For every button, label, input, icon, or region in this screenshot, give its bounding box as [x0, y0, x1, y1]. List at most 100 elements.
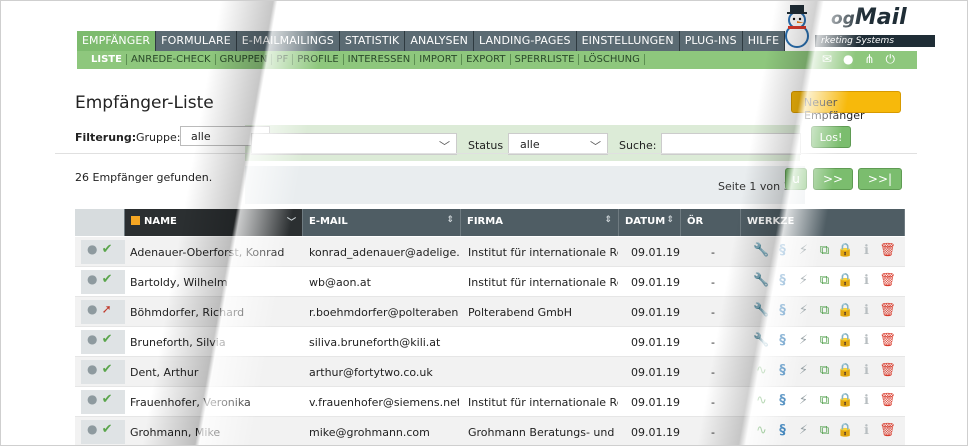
- nav-plug-ins[interactable]: PLUG-INS: [680, 31, 743, 51]
- subnav-liste[interactable]: LISTE: [87, 54, 127, 65]
- activity-icon[interactable]: ∿: [753, 363, 770, 378]
- header-name[interactable]: NAME ﹀: [125, 209, 303, 236]
- subnav-interessen[interactable]: INTERESSEN: [344, 54, 416, 65]
- copy-icon[interactable]: ⧉: [816, 363, 833, 378]
- lock-icon[interactable]: 🔒: [837, 303, 854, 318]
- nav-landing-pages[interactable]: LANDING-PAGES: [474, 31, 577, 51]
- nav-einstellungen[interactable]: EINSTELLUNGEN: [577, 31, 680, 51]
- lock-icon[interactable]: 🔒: [837, 243, 854, 258]
- copy-icon[interactable]: ⧉: [816, 423, 833, 438]
- lock-icon[interactable]: 🔒: [837, 393, 854, 408]
- info-icon[interactable]: ℹ: [858, 273, 875, 288]
- status-icon: ● ✔: [81, 240, 125, 264]
- pager-next-button[interactable]: >>: [813, 168, 853, 190]
- table-row[interactable]: ● ✔ Adenauer-Oberforst, Konrad konrad_ad…: [75, 237, 905, 267]
- row-name[interactable]: Grohmann, Mike: [130, 417, 302, 445]
- info-icon[interactable]: ℹ: [858, 363, 875, 378]
- subnav-import[interactable]: IMPORT: [415, 54, 463, 65]
- trash-icon[interactable]: 🗑: [879, 333, 896, 348]
- info-icon[interactable]: ℹ: [858, 393, 875, 408]
- activity-icon[interactable]: ∿: [753, 423, 770, 438]
- info-icon[interactable]: ℹ: [858, 333, 875, 348]
- search-go-button[interactable]: Los!: [811, 126, 851, 148]
- copy-icon[interactable]: ⧉: [816, 393, 833, 408]
- table-row[interactable]: ● ✔ Bruneforth, Silvia siliva.bruneforth…: [75, 327, 905, 357]
- table-row[interactable]: ● ✔ Bartoldy, Wilhelm wb@aon.at Institut…: [75, 267, 905, 297]
- mail-icon[interactable]: ✉: [822, 52, 832, 66]
- table-row[interactable]: ● ➚ Böhmdorfer, Richard r.boehmdorfer@po…: [75, 297, 905, 327]
- paragraph-icon[interactable]: §: [774, 243, 791, 258]
- nav-formulare[interactable]: FORMULARE: [156, 31, 237, 51]
- run-icon[interactable]: ⚡: [795, 423, 812, 438]
- copy-icon[interactable]: ⧉: [816, 243, 833, 258]
- nav-statistik[interactable]: STATISTIK: [340, 31, 406, 51]
- user-icon[interactable]: ●: [843, 52, 853, 66]
- sitemap-icon[interactable]: ⋔: [864, 52, 874, 66]
- status-icon: ● ✔: [81, 420, 125, 444]
- header-date[interactable]: DATUM ⇕: [619, 209, 681, 236]
- trash-icon[interactable]: 🗑: [879, 303, 896, 318]
- pager-prev-button[interactable]: u: [785, 168, 807, 190]
- activity-icon[interactable]: ∿: [753, 393, 770, 408]
- info-icon[interactable]: ℹ: [858, 243, 875, 258]
- lock-icon[interactable]: 🔒: [837, 273, 854, 288]
- subnav-pf[interactable]: PF: [272, 54, 294, 65]
- trash-icon[interactable]: 🗑: [879, 363, 896, 378]
- trash-icon[interactable]: 🗑: [879, 393, 896, 408]
- wrench-icon[interactable]: 🔧: [753, 243, 770, 258]
- row-name[interactable]: Bartoldy, Wilhelm: [130, 267, 302, 297]
- run-icon[interactable]: ⚡: [795, 333, 812, 348]
- copy-icon[interactable]: ⧉: [816, 333, 833, 348]
- lock-icon[interactable]: 🔒: [837, 363, 854, 378]
- row-name[interactable]: Adenauer-Oberforst, Konrad: [130, 237, 302, 267]
- header-email[interactable]: E-MAIL ⇕: [303, 209, 461, 236]
- table-row[interactable]: ● ✔ Dent, Arthur arthur@fortytwo.co.uk 0…: [75, 357, 905, 387]
- row-name[interactable]: Böhmdorfer, Richard: [130, 297, 302, 327]
- wrench-icon[interactable]: 🔧: [753, 333, 770, 348]
- row-name[interactable]: Frauenhofer, Veronika: [130, 387, 302, 417]
- wrench-icon[interactable]: 🔧: [753, 273, 770, 288]
- table-row[interactable]: ● ✔ Grohmann, Mike mike@grohmann.com Gro…: [75, 417, 905, 445]
- run-icon[interactable]: ⚡: [795, 243, 812, 258]
- info-icon[interactable]: ℹ: [858, 423, 875, 438]
- table-row[interactable]: ● ✔ Frauenhofer, Veronika v.frauenhofer@…: [75, 387, 905, 417]
- row-name[interactable]: Dent, Arthur: [130, 357, 302, 387]
- row-date: 09.01.19: [631, 306, 680, 319]
- nav-empfaenger[interactable]: EMPFÄNGER: [77, 31, 157, 51]
- row-name[interactable]: Bruneforth, Silvia: [130, 327, 302, 357]
- paragraph-icon[interactable]: §: [774, 273, 791, 288]
- copy-icon[interactable]: ⧉: [816, 273, 833, 288]
- run-icon[interactable]: ⚡: [795, 363, 812, 378]
- run-icon[interactable]: ⚡: [795, 273, 812, 288]
- copy-icon[interactable]: ⧉: [816, 303, 833, 318]
- subnav-gruppen[interactable]: GRUPPEN: [216, 54, 273, 65]
- header-firm[interactable]: FIRMA ⇕: [461, 209, 619, 236]
- subnav-profile[interactable]: PROFILE: [293, 54, 344, 65]
- lock-icon[interactable]: 🔒: [837, 333, 854, 348]
- group-dropdown[interactable]: ﹀: [251, 133, 457, 155]
- subnav-loeschung[interactable]: LÖSCHUNG: [579, 54, 645, 65]
- new-recipient-button[interactable]: Neuer Empfänger: [791, 91, 901, 122]
- run-icon[interactable]: ⚡: [795, 393, 812, 408]
- power-icon[interactable]: ⏻: [886, 52, 896, 66]
- trash-icon[interactable]: 🗑: [879, 273, 896, 288]
- pager-last-button[interactable]: >>|: [858, 168, 902, 190]
- status-select[interactable]: alle ﹀: [508, 133, 608, 155]
- paragraph-icon[interactable]: §: [774, 333, 791, 348]
- trash-icon[interactable]: 🗑: [879, 243, 896, 258]
- nav-analysen[interactable]: ANALYSEN: [405, 31, 475, 51]
- paragraph-icon[interactable]: §: [774, 423, 791, 438]
- run-icon[interactable]: ⚡: [795, 303, 812, 318]
- lock-icon[interactable]: 🔒: [837, 423, 854, 438]
- nav-emailmailings[interactable]: E-MAILMAILINGS: [237, 31, 340, 51]
- paragraph-icon[interactable]: §: [774, 303, 791, 318]
- paragraph-icon[interactable]: §: [774, 363, 791, 378]
- subnav-sperrliste[interactable]: SPERRLISTE: [511, 54, 580, 65]
- paragraph-icon[interactable]: §: [774, 393, 791, 408]
- trash-icon[interactable]: 🗑: [879, 423, 896, 438]
- subnav-export[interactable]: EXPORT: [462, 54, 511, 65]
- info-icon[interactable]: ℹ: [858, 303, 875, 318]
- subnav-anrede-check[interactable]: ANREDE-CHECK: [127, 54, 216, 65]
- wrench-icon[interactable]: 🔧: [753, 303, 770, 318]
- search-input[interactable]: [661, 133, 801, 155]
